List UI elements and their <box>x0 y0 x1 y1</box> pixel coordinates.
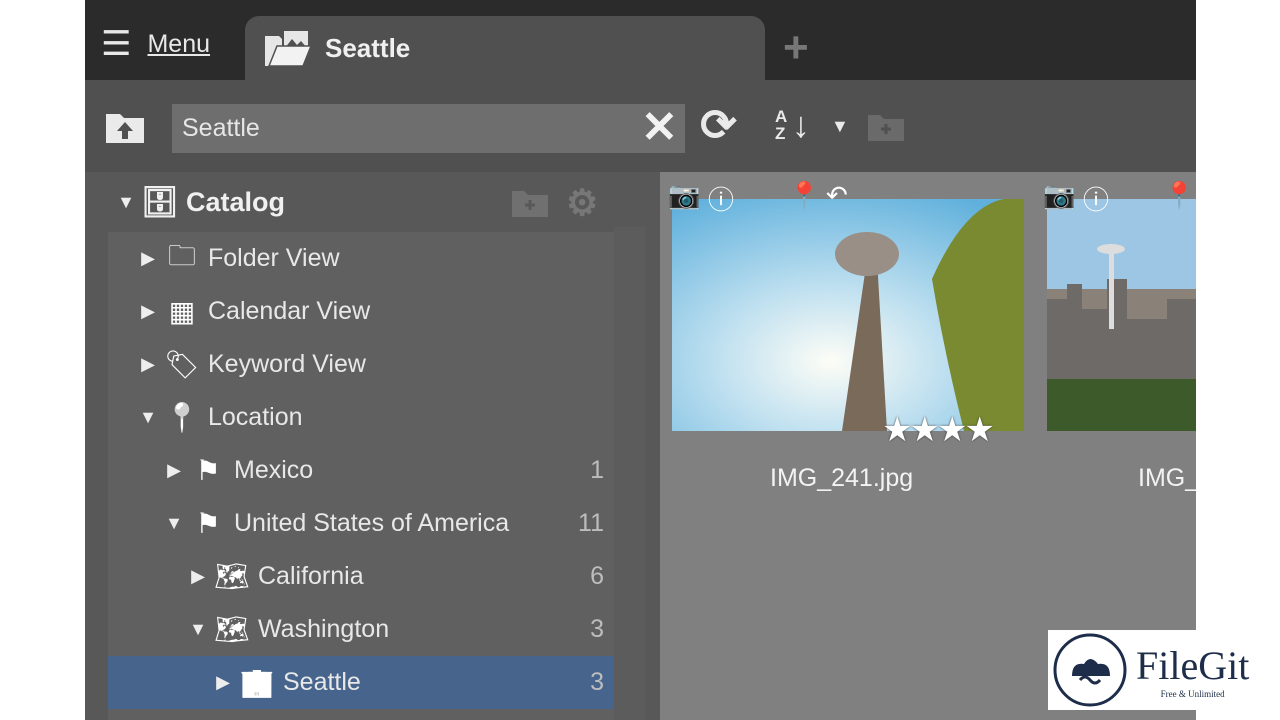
filegit-watermark: FileGit Free & Unlimited <box>1048 630 1280 710</box>
undo-icon[interactable]: ↶ <box>826 180 848 211</box>
folder-add-icon[interactable] <box>867 112 905 142</box>
add-tab-button[interactable]: + <box>783 26 809 70</box>
flag-icon: ⚑ <box>195 508 221 539</box>
camera-icon[interactable]: 📷 <box>668 180 700 211</box>
item-count: 11 <box>578 509 604 537</box>
sidebar: ▼ 🗄 Catalog ⚙ ▶ 🗀 Folder View ▶ ▦ Calendar Vi… <box>85 172 660 720</box>
map-pin-icon: 📍 <box>164 402 200 433</box>
sidebar-scrollbar[interactable] <box>614 227 645 720</box>
catalog-icon: 🗄 <box>140 185 180 219</box>
tree-item[interactable]: ▶ 🗀 Folder View <box>108 232 614 285</box>
thumbnail-image[interactable] <box>672 199 1024 431</box>
item-count: 1 <box>590 456 604 484</box>
map-pin-icon[interactable]: 📍 <box>1163 180 1195 211</box>
tab-seattle[interactable]: Seattle <box>245 16 765 80</box>
refresh-icon[interactable]: ⟳ <box>700 100 737 151</box>
tree-item[interactable]: ▶ 🗺 California 6 <box>108 550 614 603</box>
expand-arrow-icon[interactable]: ▼ <box>188 619 208 640</box>
catalog-header[interactable]: ▼ 🗄 Catalog ⚙ <box>108 172 614 232</box>
photo-folder-icon <box>265 29 313 67</box>
tree-item-label: Washington <box>258 615 390 643</box>
thumbnail-filename: IMG_ <box>1138 464 1196 492</box>
item-count: 6 <box>590 562 604 590</box>
folder-add-icon[interactable] <box>511 188 549 218</box>
map-pin-icon[interactable]: 📍 <box>788 180 820 211</box>
tree-item-label: Folder View <box>208 244 340 272</box>
clear-search-button[interactable]: ✕ <box>641 102 678 153</box>
tree-item-label: California <box>258 562 364 590</box>
app-window: ☰ Menu Seattle + ✕ ⟳ AZ ↓ ▼ ▼ 🗄 Catalog … <box>85 0 1196 720</box>
expand-arrow-icon[interactable]: ▶ <box>138 301 158 322</box>
sort-dropdown-icon[interactable]: ▼ <box>831 116 849 137</box>
star-rating[interactable]: ★★★★ <box>882 410 995 450</box>
folder-icon: 🗀 <box>167 239 196 271</box>
expand-arrow-icon[interactable]: ▶ <box>188 566 208 587</box>
expand-arrow-icon[interactable]: ▶ <box>213 672 233 693</box>
tree-item[interactable]: ▼ 🗺 Washington 3 <box>108 603 614 656</box>
expand-arrow-icon[interactable]: ▼ <box>138 407 158 428</box>
expand-arrow-icon[interactable]: ▶ <box>138 354 158 375</box>
tree-item-label: Seattle <box>283 668 361 696</box>
tab-bar: ☰ Menu Seattle + <box>85 0 1196 80</box>
tree-item-label: Calendar View <box>208 297 371 325</box>
map-icon: 🗺 <box>214 561 250 592</box>
watermark-brand: FileGit <box>1136 642 1250 688</box>
tree-item-label: Mexico <box>234 456 314 484</box>
menu-button[interactable]: ☰ Menu <box>101 24 210 64</box>
thumbnail-image[interactable] <box>1047 199 1196 431</box>
tree-item[interactable]: ▶ ▦ Calendar View <box>108 285 614 338</box>
city-icon: 🏢 <box>239 667 275 698</box>
item-count: 3 <box>590 668 604 696</box>
gear-icon[interactable]: ⚙ <box>566 182 598 224</box>
tree-item[interactable]: ▼ ⚑ United States of America 11 <box>108 497 614 550</box>
thumbnail-filename: IMG_241.jpg <box>770 464 914 492</box>
folder-up-icon[interactable] <box>105 110 145 144</box>
hamburger-icon: ☰ <box>101 25 132 63</box>
location-tree: ▶ 🗀 Folder View ▶ ▦ Calendar View ▶ 🏷 Keyword Vi… <box>108 232 614 720</box>
tag-icon: 🏷 <box>164 349 200 380</box>
collapse-arrow-icon[interactable]: ▼ <box>116 192 136 213</box>
map-icon: 🗺 <box>214 614 250 645</box>
info-icon[interactable]: ⓘ <box>1083 180 1109 217</box>
filegit-logo <box>1053 633 1127 707</box>
info-icon[interactable]: ⓘ <box>708 180 734 217</box>
tree-item[interactable]: ▼ 📍 Location <box>108 391 614 444</box>
tree-item[interactable]: ▶ 🏢 Seattle 3 <box>108 656 614 709</box>
sort-az-icon[interactable]: AZ <box>775 108 787 142</box>
item-count: 3 <box>590 615 604 643</box>
tree-item-label: Keyword View <box>208 350 366 378</box>
tree-item-label: Location <box>208 403 303 431</box>
tree-item[interactable]: ▶ ⚑ Mexico 1 <box>108 444 614 497</box>
sort-arrow-icon: ↓ <box>792 104 810 145</box>
watermark-tagline: Free & Unlimited <box>1160 688 1225 699</box>
tree-item[interactable]: ▶ 🏷 Keyword View <box>108 338 614 391</box>
expand-arrow-icon[interactable]: ▶ <box>138 248 158 269</box>
expand-arrow-icon[interactable]: ▶ <box>164 460 184 481</box>
expand-arrow-icon[interactable]: ▼ <box>164 513 184 534</box>
calendar-icon: ▦ <box>168 296 196 327</box>
toolbar: ✕ ⟳ AZ ↓ ▼ <box>85 80 1196 172</box>
search-input[interactable] <box>172 104 685 153</box>
flag-icon: ⚑ <box>195 455 221 486</box>
camera-icon[interactable]: 📷 <box>1043 180 1075 211</box>
tree-item-label: United States of America <box>234 509 510 537</box>
